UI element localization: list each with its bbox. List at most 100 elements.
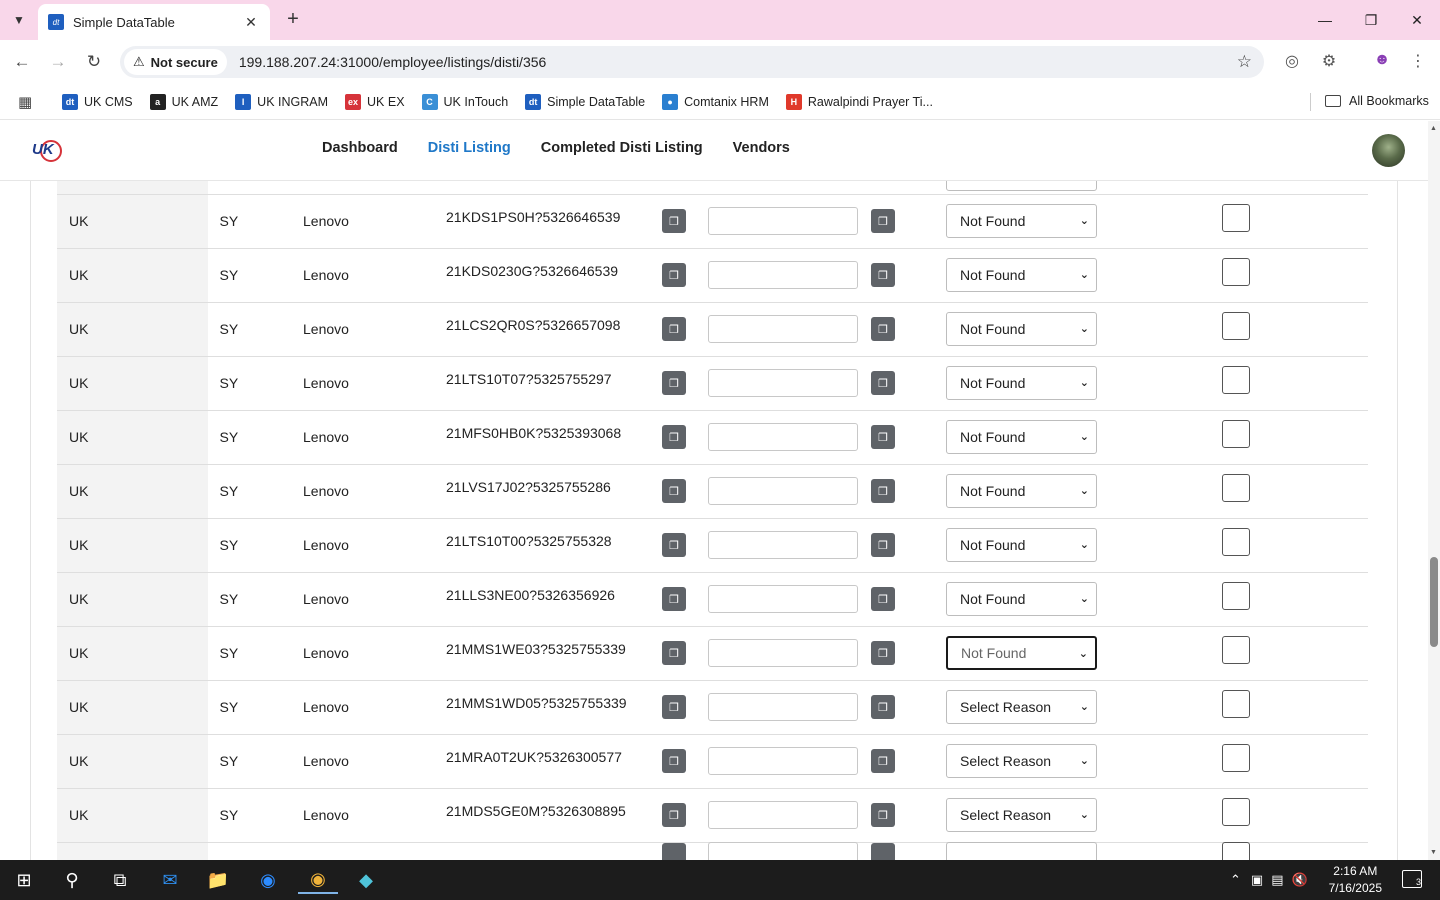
- bookmark-item[interactable]: H Rawalpindi Prayer Ti...: [785, 93, 933, 110]
- reason-select[interactable]: [946, 181, 1097, 191]
- volume-muted-icon[interactable]: 🔇: [1292, 872, 1308, 888]
- all-bookmarks-button[interactable]: All Bookmarks: [1325, 94, 1429, 108]
- reason-select[interactable]: Select Reason ⌄: [946, 744, 1097, 778]
- security-tray-icon[interactable]: ▣: [1251, 872, 1263, 888]
- address-bar[interactable]: ⚠ Not secure 199.188.207.24:31000/employ…: [120, 46, 1264, 78]
- search-icon[interactable]: ⚲: [52, 866, 92, 894]
- copy-sku-button[interactable]: ❐: [662, 587, 686, 611]
- user-avatar[interactable]: [1372, 134, 1405, 167]
- reason-select[interactable]: Select Reason ⌄: [946, 690, 1097, 724]
- bookmark-item[interactable]: I UK INGRAM: [235, 93, 328, 110]
- value-input[interactable]: [708, 369, 858, 397]
- app-icon[interactable]: ◆: [346, 866, 386, 894]
- value-input[interactable]: [708, 207, 858, 235]
- row-checkbox[interactable]: [1222, 842, 1250, 860]
- paste-button[interactable]: ❐: [871, 425, 895, 449]
- value-input[interactable]: [708, 801, 858, 829]
- copy-sku-button[interactable]: ❐: [662, 479, 686, 503]
- minimize-icon[interactable]: —: [1302, 0, 1348, 40]
- value-input[interactable]: [708, 531, 858, 559]
- value-input[interactable]: [708, 747, 858, 775]
- nav-vendors[interactable]: Vendors: [733, 140, 790, 156]
- reason-select[interactable]: Not Found ⌄: [946, 528, 1097, 562]
- value-input[interactable]: [708, 585, 858, 613]
- network-icon[interactable]: ▤: [1271, 872, 1283, 888]
- apps-grid-icon[interactable]: ▦: [18, 93, 34, 111]
- file-explorer-icon[interactable]: 📁: [198, 866, 238, 894]
- active-tab[interactable]: dt Simple DataTable ✕: [38, 4, 270, 40]
- windows-start-icon[interactable]: ⊞: [4, 866, 44, 894]
- outlook-icon[interactable]: ✉: [150, 866, 190, 894]
- copy-sku-button[interactable]: ❐: [662, 263, 686, 287]
- reason-select[interactable]: Not Found ⌄: [946, 474, 1097, 508]
- value-input[interactable]: [708, 423, 858, 451]
- row-checkbox[interactable]: [1222, 690, 1250, 718]
- row-checkbox[interactable]: [1222, 744, 1250, 772]
- tab-search-button[interactable]: ▼: [6, 7, 32, 33]
- chevron-up-icon[interactable]: ⌃: [1230, 872, 1241, 888]
- reason-select[interactable]: Not Found ⌄: [946, 420, 1097, 454]
- reason-select[interactable]: Select Reason ⌄: [946, 798, 1097, 832]
- reason-select[interactable]: Not Found ⌄: [946, 366, 1097, 400]
- bookmark-item[interactable]: dt Simple DataTable: [525, 93, 645, 110]
- row-checkbox[interactable]: [1222, 582, 1250, 610]
- value-input[interactable]: [708, 693, 858, 721]
- row-checkbox[interactable]: [1222, 420, 1250, 448]
- bookmark-item[interactable]: ● Comtanix HRM: [662, 93, 769, 110]
- nav-completed-disti-listing[interactable]: Completed Disti Listing: [541, 140, 703, 156]
- value-input[interactable]: [708, 842, 858, 860]
- nav-disti-listing[interactable]: Disti Listing: [428, 140, 511, 156]
- page-scrollbar[interactable]: ▲ ▼: [1428, 121, 1440, 860]
- copy-sku-button[interactable]: ❐: [662, 533, 686, 557]
- scrollbar-thumb[interactable]: [1430, 557, 1438, 647]
- reason-select[interactable]: Not Found ⌄: [946, 312, 1097, 346]
- bookmark-item[interactable]: ex UK EX: [345, 93, 405, 110]
- row-checkbox[interactable]: [1222, 636, 1250, 664]
- nav-dashboard[interactable]: Dashboard: [322, 140, 398, 156]
- extensions-icon[interactable]: ⚙: [1318, 51, 1340, 71]
- url-text[interactable]: 199.188.207.24:31000/employee/listings/d…: [239, 54, 546, 70]
- paste-button[interactable]: ❐: [871, 317, 895, 341]
- back-arrow-icon[interactable]: ←: [11, 51, 33, 73]
- copy-sku-button[interactable]: ❐: [662, 641, 686, 665]
- copy-sku-button[interactable]: ❐: [662, 317, 686, 341]
- bookmark-star-icon[interactable]: ☆: [1237, 52, 1252, 72]
- row-checkbox[interactable]: [1222, 366, 1250, 394]
- uk-logo[interactable]: UK: [32, 139, 62, 163]
- reason-select[interactable]: Not Found ⌄: [946, 582, 1097, 616]
- value-input[interactable]: [708, 261, 858, 289]
- paste-button[interactable]: ❐: [871, 371, 895, 395]
- copy-sku-button[interactable]: ❐: [662, 695, 686, 719]
- notifications-icon[interactable]: 3: [1402, 870, 1422, 888]
- paste-button[interactable]: ❐: [871, 803, 895, 827]
- paste-button[interactable]: ❐: [871, 587, 895, 611]
- reason-select[interactable]: [946, 842, 1097, 860]
- row-checkbox[interactable]: [1222, 798, 1250, 826]
- new-tab-button[interactable]: +: [282, 8, 304, 30]
- value-input[interactable]: [708, 315, 858, 343]
- paste-button[interactable]: ❐: [871, 479, 895, 503]
- value-input[interactable]: [708, 477, 858, 505]
- copy-sku-button[interactable]: ❐: [662, 371, 686, 395]
- profile-icon[interactable]: ☻: [1371, 51, 1393, 69]
- row-checkbox[interactable]: [1222, 312, 1250, 340]
- task-view-icon[interactable]: ⧉: [100, 866, 140, 894]
- copy-sku-button[interactable]: ❐: [662, 803, 686, 827]
- restore-icon[interactable]: ❐: [1348, 0, 1394, 40]
- chrome-icon[interactable]: ◉: [298, 866, 338, 894]
- value-input[interactable]: [708, 639, 858, 667]
- row-checkbox[interactable]: [1222, 204, 1250, 232]
- copy-sku-button[interactable]: [662, 843, 686, 860]
- copy-sku-button[interactable]: ❐: [662, 749, 686, 773]
- reason-select[interactable]: Not Found ⌄: [946, 636, 1097, 670]
- zoom-icon[interactable]: ◉: [248, 866, 288, 894]
- security-chip[interactable]: ⚠ Not secure: [124, 49, 227, 75]
- paste-button[interactable]: [871, 843, 895, 860]
- clock[interactable]: 2:16 AM 7/16/2025: [1329, 863, 1382, 897]
- paste-button[interactable]: ❐: [871, 641, 895, 665]
- reason-select[interactable]: Not Found ⌄: [946, 258, 1097, 292]
- reload-icon[interactable]: ↻: [83, 51, 105, 73]
- scroll-up-icon[interactable]: ▲: [1430, 125, 1437, 132]
- close-window-icon[interactable]: ✕: [1394, 0, 1440, 40]
- paste-button[interactable]: ❐: [871, 749, 895, 773]
